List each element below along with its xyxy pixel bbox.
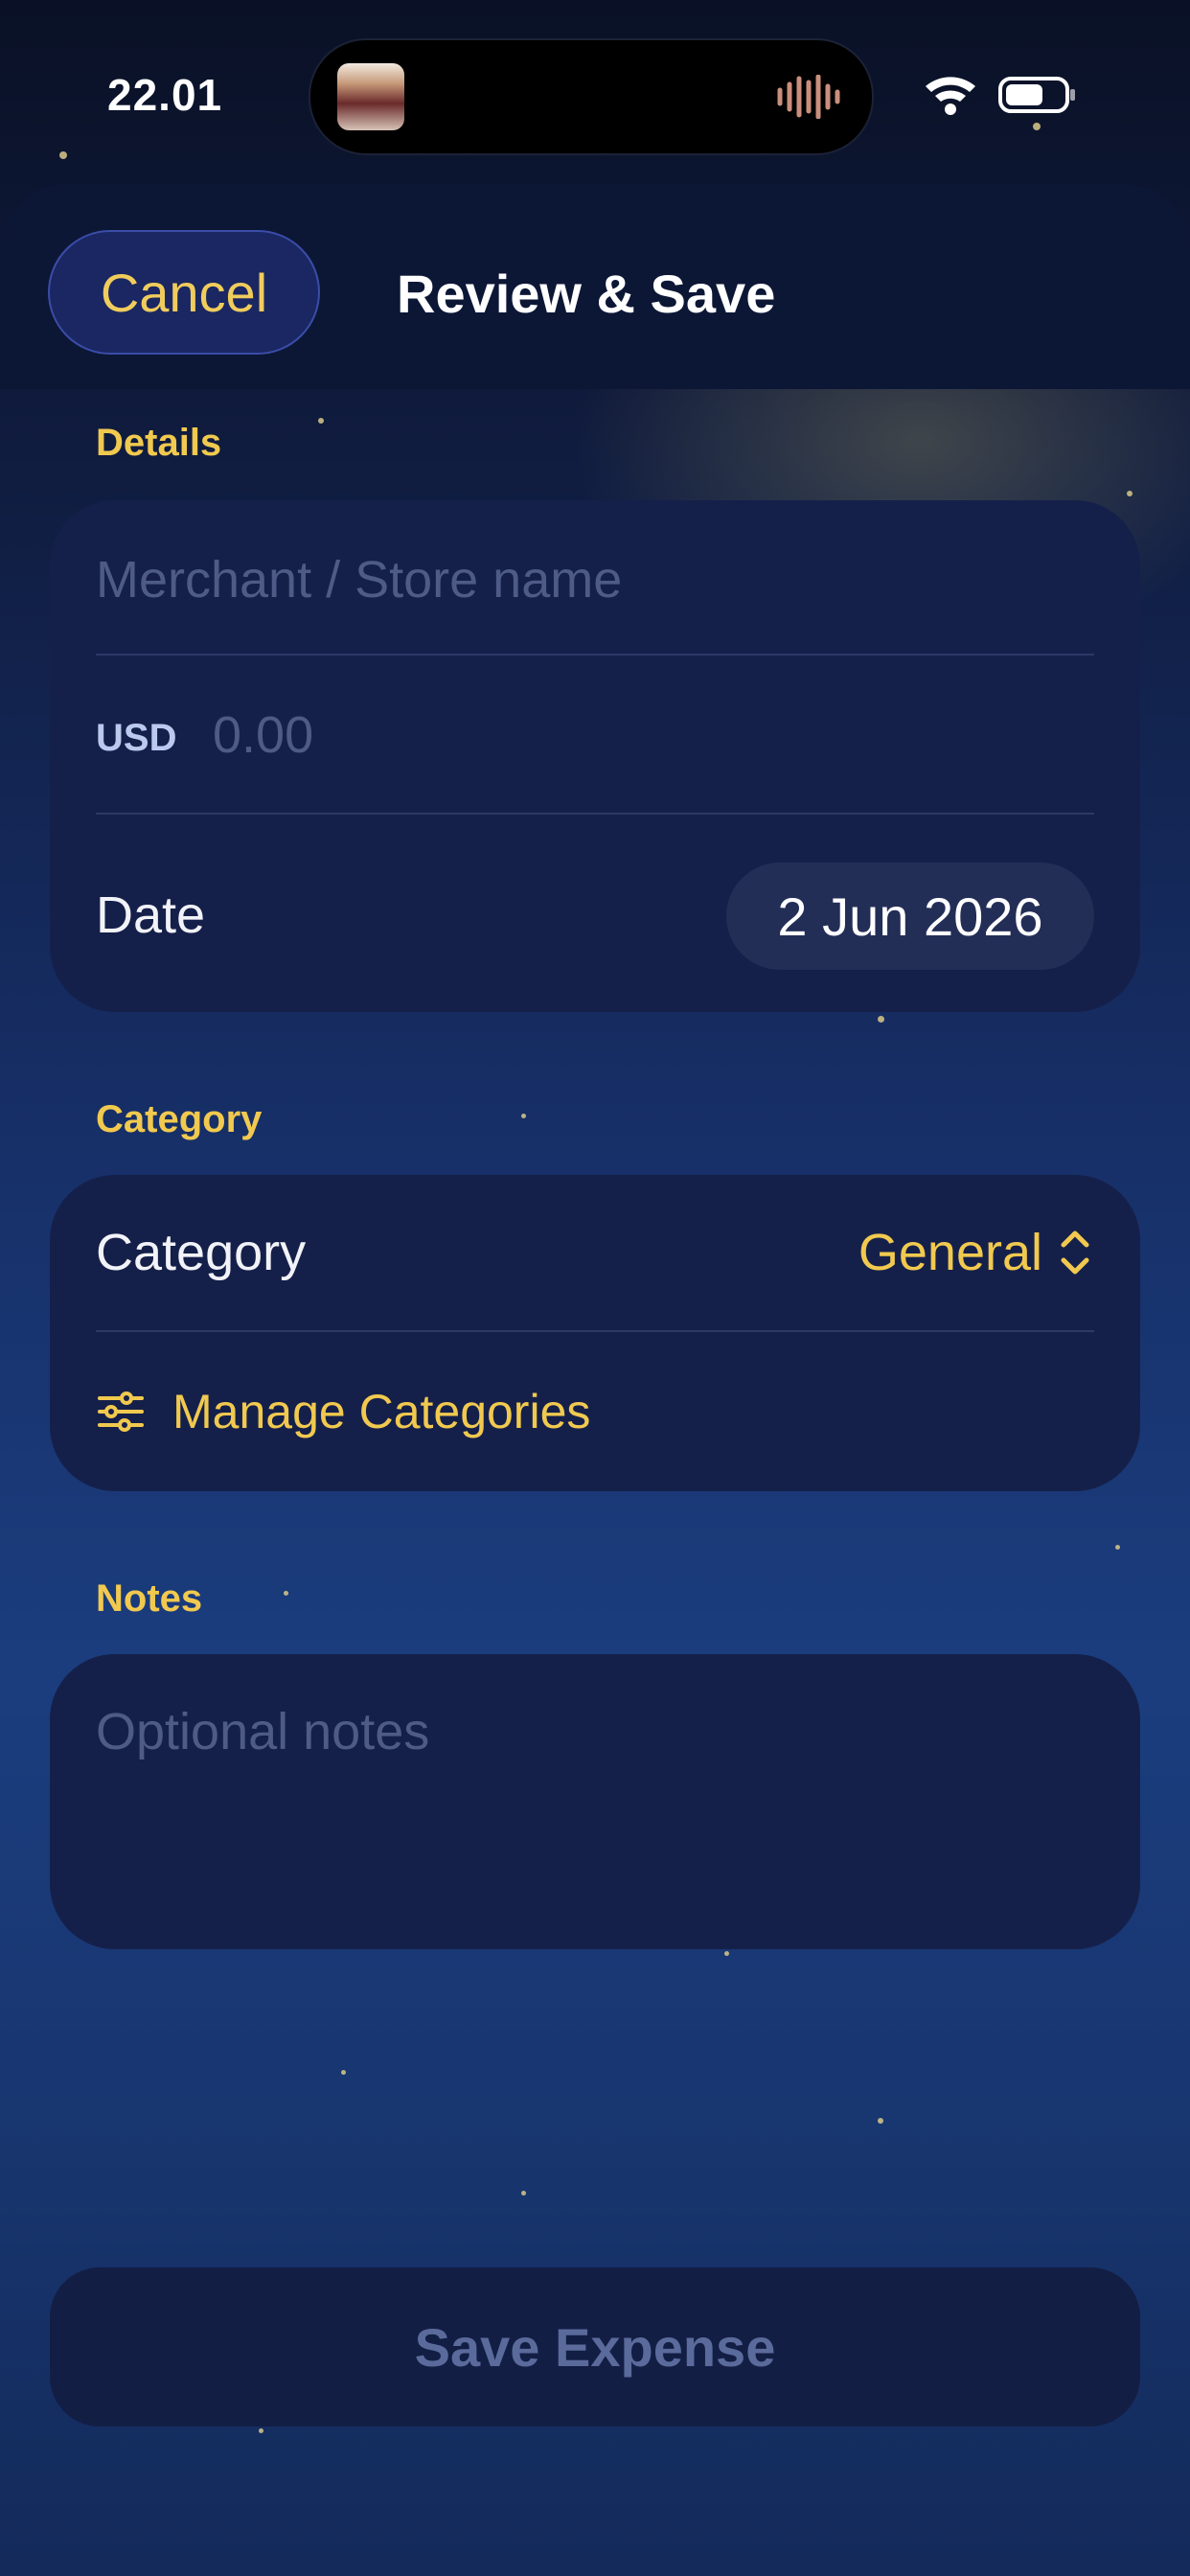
divider [96, 813, 1094, 815]
category-card: Category General Manage Categories [50, 1175, 1140, 1491]
chevron-up-down-icon [1061, 1230, 1089, 1275]
divider [96, 654, 1094, 656]
details-card: Merchant / Store name USD 0.00 Date 2 Ju… [50, 500, 1140, 1012]
category-selected-value: General [858, 1224, 1042, 1281]
background-star [724, 1951, 729, 1956]
background-star [1127, 491, 1133, 496]
background-star [878, 1016, 884, 1023]
dynamic-island[interactable] [309, 38, 874, 155]
status-time: 22.01 [107, 70, 223, 120]
background-star [59, 151, 67, 159]
background-star [341, 2070, 346, 2075]
now-playing-artwork [337, 63, 404, 130]
page-title: Review & Save [397, 264, 776, 324]
currency-label: USD [96, 717, 177, 759]
background-star [284, 1591, 288, 1596]
background-star [521, 1114, 526, 1118]
manage-categories-label: Manage Categories [172, 1385, 591, 1438]
date-label: Date [96, 886, 206, 944]
sliders-icon [98, 1392, 144, 1432]
background-star [1115, 1545, 1120, 1550]
details-section-label: Details [96, 422, 222, 464]
background-star [259, 2428, 263, 2433]
background-star [1033, 123, 1041, 130]
wifi-icon [926, 77, 975, 115]
waveform-icon [777, 75, 840, 119]
category-picker[interactable]: General [858, 1223, 1094, 1282]
nav-header: Cancel Review & Save [0, 184, 1190, 389]
date-picker-button[interactable]: 2 Jun 2026 [726, 862, 1094, 970]
merchant-input[interactable]: Merchant / Store name [96, 550, 622, 610]
amount-input[interactable]: 0.00 [213, 705, 313, 765]
save-expense-button[interactable]: Save Expense [50, 2267, 1140, 2426]
notes-textarea[interactable]: Optional notes [96, 1702, 429, 1761]
background-star [878, 2118, 883, 2124]
cancel-button[interactable]: Cancel [48, 230, 320, 355]
notes-section-label: Notes [96, 1577, 203, 1620]
manage-categories-button[interactable]: Manage Categories [98, 1384, 590, 1439]
battery-icon [998, 77, 1075, 113]
background-star [521, 2191, 526, 2196]
status-icons [926, 77, 1075, 115]
divider [96, 1330, 1094, 1332]
background-star [318, 418, 324, 424]
category-row-label: Category [96, 1224, 307, 1281]
notes-card[interactable]: Optional notes [50, 1654, 1140, 1949]
category-section-label: Category [96, 1098, 263, 1140]
